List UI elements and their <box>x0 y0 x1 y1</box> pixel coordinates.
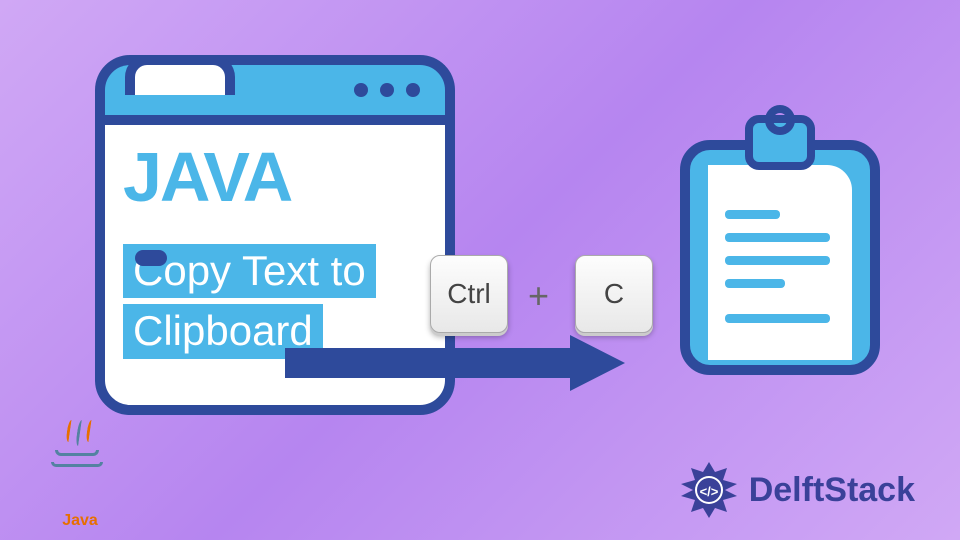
java-logo-icon: Java <box>40 442 120 530</box>
delftstack-logo: </> DelftStack <box>679 460 915 520</box>
decorative-dot-icon <box>135 250 167 266</box>
delftstack-label: DelftStack <box>749 471 915 510</box>
ctrl-key-icon: Ctrl <box>430 255 508 333</box>
arrow-icon <box>285 335 625 390</box>
clipboard-icon <box>680 115 880 375</box>
c-key-icon: C <box>575 255 653 333</box>
java-heading: JAVA <box>123 142 427 212</box>
window-controls-icon <box>354 83 420 97</box>
plus-symbol: + <box>528 275 549 317</box>
svg-text:</>: </> <box>699 484 718 499</box>
java-logo-label: Java <box>40 512 120 530</box>
delftstack-icon: </> <box>679 460 739 520</box>
browser-titlebar <box>95 55 455 115</box>
browser-tab <box>125 55 235 95</box>
